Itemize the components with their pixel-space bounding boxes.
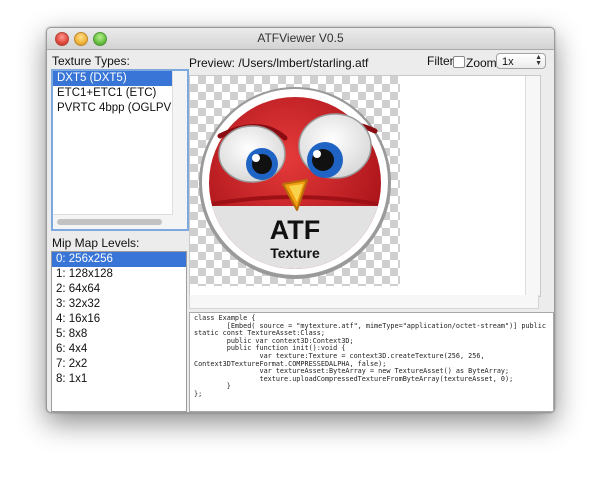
mip-level-item[interactable]: 2: 64x64 <box>52 282 186 297</box>
app-window: ATFViewer V0.5 Texture Types: DXT5 (DXT5… <box>46 27 555 413</box>
code-sample: class Example { [Embed( source = "mytext… <box>190 313 553 401</box>
texture-preview[interactable]: ATF Texture <box>189 75 541 297</box>
image-text-texture: Texture <box>270 245 320 261</box>
mip-level-item[interactable]: 3: 32x32 <box>52 297 186 312</box>
mip-level-item[interactable]: 8: 1x1 <box>52 372 186 387</box>
code-sample-textarea[interactable]: class Example { [Embed( source = "mytext… <box>189 312 554 412</box>
mip-level-item[interactable]: 0: 256x256 <box>52 252 186 267</box>
right-eye-highlight <box>313 150 321 158</box>
texture-type-item[interactable]: ETC1+ETC1 (ETC) <box>53 86 187 101</box>
mip-level-item[interactable]: 6: 4x4 <box>52 342 186 357</box>
title-bar[interactable]: ATFViewer V0.5 <box>47 28 554 50</box>
chevron-updown-icon: ▲ ▼ <box>535 54 542 67</box>
code-line: }; <box>194 389 203 398</box>
code-line: texture.uploadCompressedTextureFromByteA… <box>194 374 514 383</box>
left-eye-highlight <box>252 154 260 162</box>
texture-image: ATF Texture <box>199 87 391 279</box>
mip-level-item[interactable]: 4: 16x16 <box>52 312 186 327</box>
zoom-checkbox[interactable] <box>453 56 465 68</box>
texture-types-list[interactable]: DXT5 (DXT5) ETC1+ETC1 (ETC) PVRTC 4bpp (OG… <box>51 69 189 231</box>
texture-types-vertical-scrollbar[interactable] <box>172 71 187 215</box>
image-text-atf: ATF <box>270 215 320 245</box>
texture-type-item[interactable]: PVRTC 4bpp (OGLPVRTC4) <box>53 101 187 116</box>
preview-path-label: Preview: /Users/lmbert/starling.atf <box>189 56 369 70</box>
mip-level-item[interactable]: 7: 2x2 <box>52 357 186 372</box>
window-title: ATFViewer V0.5 <box>257 31 344 45</box>
zoom-select[interactable]: 1x ▲ ▼ <box>496 53 546 69</box>
filter-label: Filter <box>427 54 454 68</box>
mip-level-item[interactable]: 5: 8x8 <box>52 327 186 342</box>
preview-vertical-scrollbar[interactable] <box>525 76 540 296</box>
scroll-thumb[interactable] <box>57 219 162 225</box>
zoom-select-value: 1x <box>502 56 514 68</box>
mip-map-levels-label: Mip Map Levels: <box>52 236 140 250</box>
texture-type-item[interactable]: DXT5 (DXT5) <box>53 71 187 86</box>
mip-level-item[interactable]: 1: 128x128 <box>52 267 186 282</box>
mip-map-levels-list[interactable]: 0: 256x256 1: 128x128 2: 64x64 3: 32x32 4: 1… <box>51 251 187 412</box>
scroll-corner <box>173 215 187 229</box>
texture-types-label: Texture Types: <box>52 54 130 68</box>
zoom-label: Zoom <box>466 56 497 70</box>
texture-types-horizontal-scrollbar[interactable] <box>53 214 173 229</box>
preview-horizontal-scrollbar[interactable] <box>189 295 539 309</box>
